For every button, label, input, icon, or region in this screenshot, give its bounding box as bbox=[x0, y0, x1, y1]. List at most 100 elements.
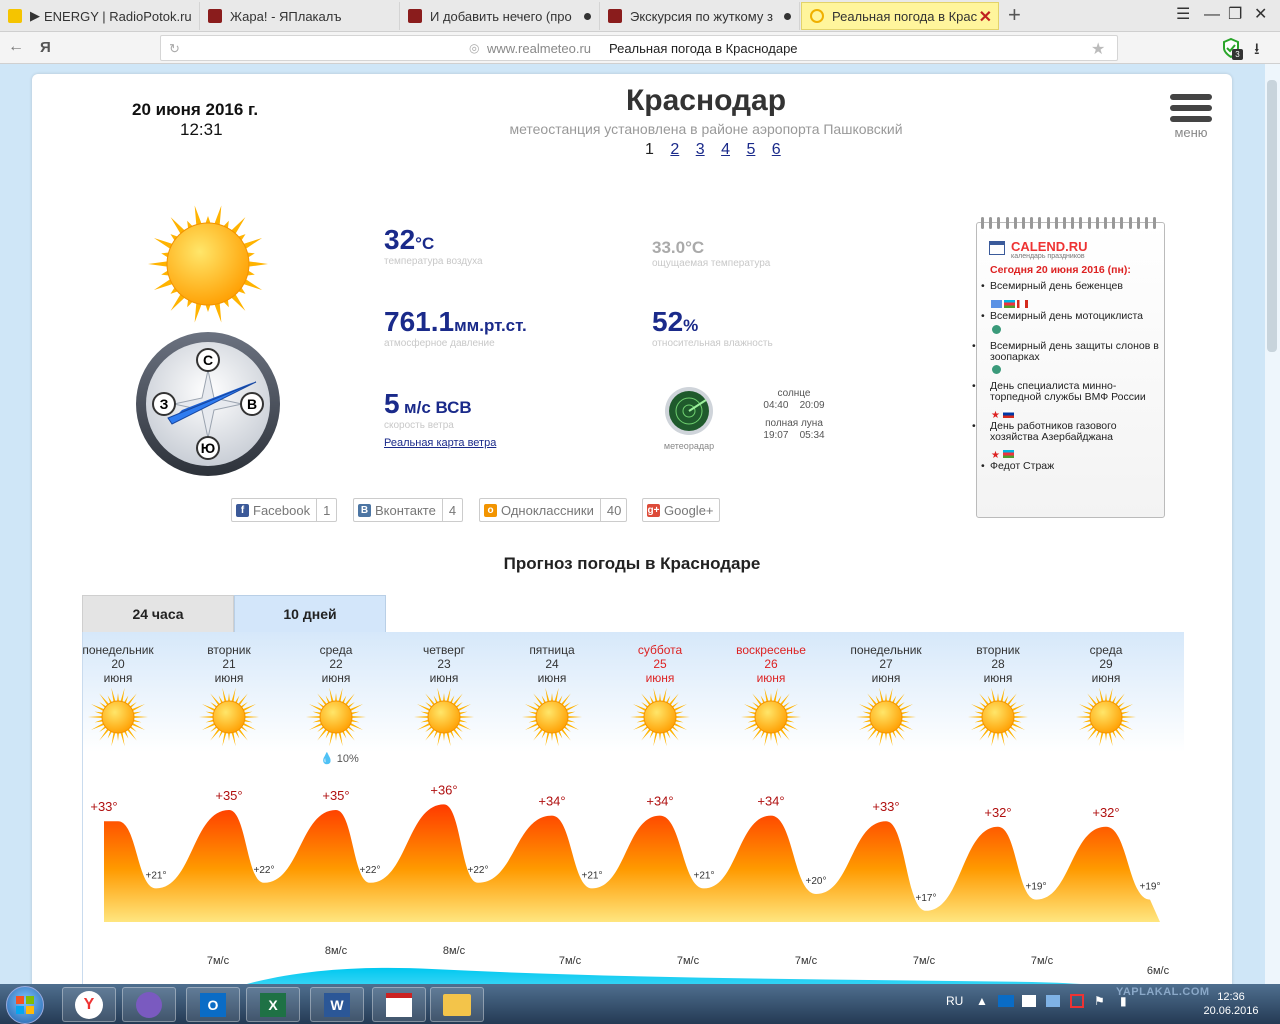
compass-north: С bbox=[203, 352, 213, 368]
yandex-browser-icon: Y bbox=[75, 991, 103, 1019]
close-tab-icon[interactable]: ✕ bbox=[979, 7, 992, 27]
tab-energy[interactable]: ▶ ENERGY | RadioPotok.ru bbox=[0, 2, 200, 30]
forecast-day-month: июня bbox=[429, 671, 459, 685]
wind-speed-label: 6м/с bbox=[1147, 965, 1170, 977]
new-tab-button[interactable]: + bbox=[1008, 4, 1021, 26]
calendar-event[interactable]: • День специалиста минно-торпедной службы… bbox=[972, 380, 1163, 403]
share-googleplus-button[interactable]: g+ Google+ bbox=[642, 498, 720, 522]
share-count: 1 bbox=[323, 502, 331, 518]
close-window-icon[interactable]: ✕ bbox=[1254, 6, 1267, 24]
tab-yaplakal-excursion[interactable]: Экскурсия по жуткому з bbox=[600, 2, 800, 30]
yandex-logo-icon[interactable]: Я bbox=[40, 39, 51, 56]
tray-security-icon[interactable] bbox=[1070, 994, 1084, 1008]
tray-expand-icon[interactable]: ▲ bbox=[976, 994, 988, 1008]
sun-weather-icon bbox=[146, 202, 270, 331]
start-button[interactable] bbox=[6, 986, 44, 1024]
share-odnoklassniki-button[interactable]: о Одноклассники 40 bbox=[479, 498, 627, 522]
calendar-event[interactable]: • Всемирный день мотоциклиста bbox=[981, 311, 1163, 322]
sunrise-time: 04:40 bbox=[763, 400, 789, 411]
forecast-day-month: июня bbox=[537, 671, 567, 685]
page-link-2[interactable]: 2 bbox=[670, 141, 679, 158]
moon-label: полная луна bbox=[765, 418, 823, 429]
taskbar-calendar-app[interactable] bbox=[372, 987, 426, 1022]
page-link-4[interactable]: 4 bbox=[721, 141, 730, 158]
page-link-1[interactable]: 1 bbox=[645, 141, 654, 158]
taskbar-outlook[interactable]: O bbox=[186, 987, 240, 1022]
spiral-ring bbox=[1095, 217, 1099, 229]
url-input[interactable]: ↻ ◎ www.realmeteo.ru Реальная погода в К… bbox=[160, 35, 1118, 61]
forecast-day: среда 29 июня bbox=[1056, 643, 1156, 750]
share-vkontakte-button[interactable]: В Вконтакте 4 bbox=[353, 498, 463, 522]
tab-10-days[interactable]: 10 дней bbox=[234, 595, 386, 633]
sun-icon bbox=[1076, 687, 1136, 747]
taskbar-explorer[interactable] bbox=[430, 987, 484, 1022]
wind-speed-value: 5 bbox=[384, 388, 400, 419]
spiral-ring bbox=[1153, 217, 1157, 229]
back-icon[interactable]: ← bbox=[8, 38, 24, 56]
spiral-ring bbox=[1005, 217, 1009, 229]
calendar-event[interactable]: • Всемирный день защиты слонов в зоопарка… bbox=[972, 341, 1163, 362]
language-indicator[interactable]: RU bbox=[946, 994, 963, 1008]
high-temp-label: +36° bbox=[430, 782, 457, 797]
menu-icon[interactable]: ☰ bbox=[1176, 6, 1190, 24]
share-facebook-button[interactable]: f Facebook 1 bbox=[231, 498, 337, 522]
restore-icon[interactable]: ❐ bbox=[1228, 6, 1242, 24]
tab-realmeteo[interactable]: Реальная погода в Крас ✕ bbox=[801, 2, 999, 30]
tray-windows-icon[interactable] bbox=[1046, 995, 1060, 1007]
city-title: Краснодар bbox=[625, 84, 787, 117]
pressure-block: 761.1мм.рт.ст. атмосферное давление bbox=[384, 306, 527, 349]
tab-24-hours[interactable]: 24 часа bbox=[82, 595, 234, 633]
low-temp-label: +20° bbox=[806, 876, 827, 887]
download-icon[interactable]: ⭳ bbox=[1254, 38, 1260, 65]
calendar-event[interactable]: • Всемирный день беженцев bbox=[981, 281, 1163, 292]
humidity-label: относительная влажность bbox=[652, 338, 773, 349]
shield-icon[interactable]: 3 bbox=[1222, 37, 1243, 60]
compass-south: Ю bbox=[201, 440, 215, 456]
sun-moon-block: солнце 04:40 20:09 полная луна 19:07 05:… bbox=[754, 388, 834, 442]
tray-flag-icon[interactable]: ⚑ bbox=[1094, 994, 1105, 1008]
temperature-unit: °C bbox=[415, 234, 435, 253]
tab-yaplakal-zhara[interactable]: Жара! - ЯПлакалъ bbox=[200, 2, 400, 30]
reload-icon[interactable]: ↻ bbox=[169, 41, 180, 57]
low-temp-label: +21° bbox=[694, 870, 715, 881]
taskbar-yandex-browser[interactable]: Y bbox=[62, 987, 116, 1022]
sun-icon bbox=[741, 687, 801, 747]
page-link-5[interactable]: 5 bbox=[746, 141, 755, 158]
taskbar-word[interactable]: W bbox=[310, 987, 364, 1022]
high-temp-label: +35° bbox=[215, 788, 242, 803]
wind-speed-label: 7м/с bbox=[913, 955, 936, 967]
tray-outlook-icon[interactable] bbox=[998, 995, 1014, 1007]
scrollbar-thumb[interactable] bbox=[1267, 80, 1277, 352]
minimize-icon[interactable]: — bbox=[1204, 6, 1220, 24]
share-label: В Вконтакте bbox=[354, 499, 443, 521]
forecast-day-date: 26 bbox=[764, 657, 778, 671]
tray-clock[interactable]: 12:36 20.06.2016 bbox=[1196, 990, 1266, 1018]
calendar-event-text: День специалиста минно-торпедной службы … bbox=[990, 380, 1146, 403]
taskbar-messenger[interactable] bbox=[122, 987, 176, 1022]
radar-button[interactable]: метеорадар bbox=[659, 386, 719, 451]
googleplus-icon: g+ bbox=[647, 503, 660, 517]
wind-block: 5 м/с ВСВ скорость ветра Реальная карта … bbox=[384, 388, 496, 449]
windows-logo-icon bbox=[16, 996, 34, 1014]
high-temp-label: +32° bbox=[984, 805, 1011, 820]
menu-button[interactable]: меню bbox=[1170, 94, 1212, 140]
tab-yaplakal-dobavit[interactable]: И добавить нечего (про bbox=[400, 2, 600, 30]
tray-mail-icon[interactable] bbox=[1022, 995, 1036, 1007]
sun-label: солнце bbox=[777, 388, 811, 399]
calendar-widget[interactable]: CALEND.RU календарь праздников Сегодня 2… bbox=[972, 217, 1165, 518]
page-link-3[interactable]: 3 bbox=[696, 141, 705, 158]
bookmark-star-icon[interactable]: ★ bbox=[1091, 39, 1105, 59]
calendar-app-icon bbox=[386, 993, 412, 1017]
forecast-day: вторник 28 июня bbox=[948, 643, 1048, 750]
clock-date: 20.06.2016 bbox=[1203, 1005, 1259, 1017]
temperature-wave bbox=[104, 804, 1160, 922]
taskbar-excel[interactable]: X bbox=[246, 987, 300, 1022]
calendar-event[interactable]: • Федот Страж bbox=[981, 461, 1163, 472]
wind-map-link[interactable]: Реальная карта ветра bbox=[384, 437, 496, 449]
low-temp-label: +19° bbox=[1026, 882, 1047, 893]
hamburger-icon bbox=[1170, 94, 1212, 100]
calendar-event[interactable]: • День работников газового хозяйства Азер… bbox=[972, 421, 1163, 442]
low-temp-label: +22° bbox=[360, 865, 381, 876]
page-link-6[interactable]: 6 bbox=[772, 141, 781, 158]
spiral-ring bbox=[997, 217, 1001, 229]
